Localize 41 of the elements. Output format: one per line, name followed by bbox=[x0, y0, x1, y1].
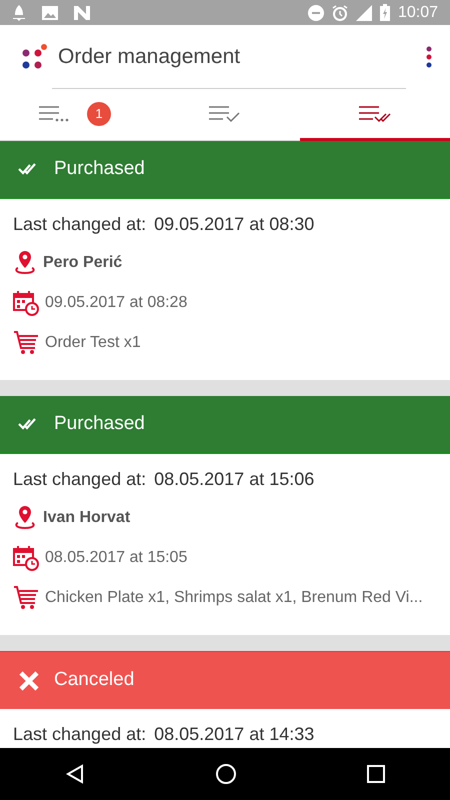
order-items: Order Test x1 bbox=[45, 333, 141, 353]
overflow-menu-icon[interactable] bbox=[426, 46, 432, 68]
notification-icon bbox=[12, 4, 26, 20]
close-icon bbox=[18, 670, 40, 692]
calendar-clock-icon bbox=[13, 290, 39, 316]
back-icon[interactable] bbox=[65, 764, 85, 784]
clock-time: 10:07 bbox=[398, 2, 438, 22]
last-changed-label: Last changed at: bbox=[13, 468, 146, 491]
last-changed-label: Last changed at: bbox=[13, 723, 146, 746]
battery-icon bbox=[380, 4, 390, 21]
pending-list-icon bbox=[39, 104, 71, 122]
app-title: Order management bbox=[58, 44, 242, 70]
tab[interactable]: 1 bbox=[0, 89, 150, 141]
alarm-icon bbox=[332, 4, 348, 20]
location-pin-icon bbox=[13, 505, 37, 531]
n-icon bbox=[74, 6, 90, 20]
cart-icon bbox=[13, 330, 39, 356]
location-pin-icon bbox=[13, 250, 37, 276]
customer-name: Ivan Horvat bbox=[43, 508, 130, 528]
count-badge: 1 bbox=[87, 102, 111, 126]
order-date: 08.05.2017 at 15:05 bbox=[45, 548, 188, 568]
signal-icon bbox=[356, 4, 372, 20]
last-changed-time: 09.05.2017 at 08:30 bbox=[154, 213, 314, 236]
customer-name: Pero Perić bbox=[43, 253, 122, 273]
order-items: Chicken Plate x1, Shrimps salat x1, Brenum Red Vi... bbox=[45, 588, 423, 608]
home-icon[interactable] bbox=[215, 763, 237, 785]
app-logo-icon bbox=[22, 44, 50, 70]
calendar-clock-icon bbox=[13, 545, 39, 571]
last-changed-time: 08.05.2017 at 14:33 bbox=[154, 723, 314, 746]
checked-list-icon bbox=[209, 104, 241, 122]
last-changed-time: 08.05.2017 at 15:06 bbox=[154, 468, 314, 491]
status-label: Canceled bbox=[54, 668, 134, 692]
status-label: Purchased bbox=[54, 412, 145, 436]
order-date: 09.05.2017 at 08:28 bbox=[45, 293, 188, 313]
cart-icon bbox=[13, 585, 39, 611]
status-label: Purchased bbox=[54, 156, 145, 181]
recents-icon[interactable] bbox=[367, 765, 385, 783]
do-not-disturb-icon bbox=[308, 4, 324, 20]
double-checked-list-icon bbox=[359, 104, 391, 122]
image-icon bbox=[42, 6, 58, 20]
last-changed-label: Last changed at: bbox=[13, 213, 146, 236]
